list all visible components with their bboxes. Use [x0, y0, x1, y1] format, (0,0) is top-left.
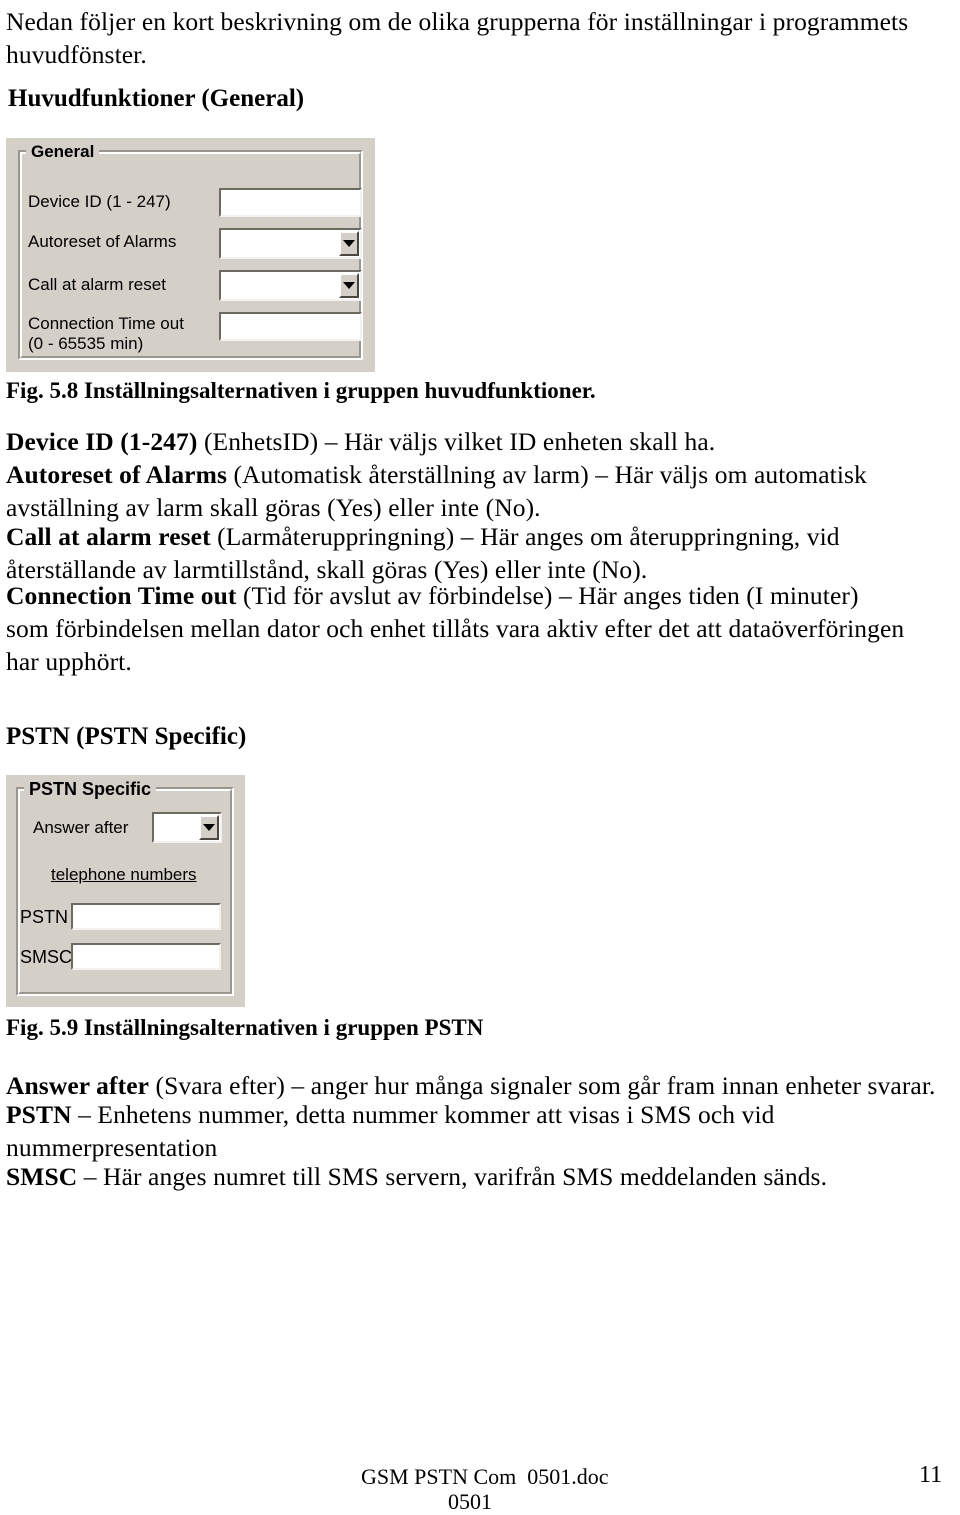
- pstn-description-smsc: SMSC – Här anges numret till SMS servern…: [6, 1160, 906, 1193]
- general-label-connection-time-out-range: (0 - 65535 min): [28, 334, 144, 353]
- term-call-at-alarm-reset: Call at alarm reset: [6, 522, 211, 551]
- general-combobox-call-at-alarm-reset[interactable]: [219, 270, 362, 301]
- general-label-connection-time-out: Connection Time out: [28, 314, 184, 333]
- section-heading-general: Huvudfunktioner (General): [8, 84, 304, 114]
- pstn-input-smsc[interactable]: [71, 943, 221, 970]
- pstn-label-answer-after: Answer after: [33, 818, 129, 837]
- general-description-autoreset: Autoreset of Alarms (Automatisk återstäl…: [6, 458, 896, 524]
- chevron-down-icon: [343, 282, 355, 289]
- general-dialog-figure: General Device ID (1 - 247) Autoreset of…: [6, 138, 375, 372]
- figure-59-caption-text: Fig. 5.9 Inställningsalternativen i grup…: [6, 1015, 484, 1040]
- section-heading-general-text: Huvudfunktioner (General): [8, 85, 305, 112]
- intro-paragraph: Nedan följer en kort beskrivning om de o…: [6, 5, 936, 71]
- term-connection-time-out: Connection Time out: [6, 581, 237, 610]
- pstn-combobox-answer-after-dropdown-button[interactable]: [199, 815, 219, 840]
- figure-58-caption-text: Fig. 5.8 Inställningsalternativen i grup…: [6, 378, 596, 403]
- desc-pstn: – Enhetens nummer, detta nummer kommer a…: [6, 1100, 775, 1162]
- term-autoreset-of-alarms: Autoreset of Alarms: [6, 460, 227, 489]
- general-description-device-id: Device ID (1-247) (EnhetsID) – Här väljs…: [6, 425, 954, 458]
- general-input-device-id[interactable]: [219, 188, 362, 217]
- pstn-label-telephone-numbers: telephone numbers: [51, 865, 197, 884]
- figure-58-caption: Fig. 5.8 Inställningsalternativen i grup…: [6, 377, 596, 405]
- term-device-id: Device ID (1-247): [6, 427, 198, 456]
- intro-paragraph-text: Nedan följer en kort beskrivning om de o…: [6, 7, 909, 69]
- general-combobox-autoreset-of-alarms[interactable]: [219, 228, 362, 259]
- general-groupbox-legend: General: [26, 142, 100, 162]
- pstn-input-pstn[interactable]: [71, 903, 221, 930]
- footer-sub-line: 0501: [448, 1489, 492, 1514]
- term-answer-after: Answer after: [6, 1071, 150, 1100]
- pstn-label-pstn: PSTN: [20, 907, 69, 927]
- chevron-down-icon: [203, 824, 215, 831]
- chevron-down-icon: [343, 240, 355, 247]
- desc-device-id: (EnhetsID) – Här väljs vilket ID enheten…: [197, 427, 716, 456]
- term-pstn: PSTN: [6, 1100, 72, 1129]
- pstn-dialog-figure: PSTN Specific Answer after telephone num…: [6, 775, 245, 1007]
- general-description-connection-time-out: Connection Time out (Tid för avslut av f…: [6, 579, 906, 678]
- desc-answer-after: (Svara efter) – anger hur många signaler…: [149, 1071, 936, 1100]
- general-label-device-id: Device ID (1 - 247): [28, 192, 171, 211]
- general-label-autoreset-of-alarms: Autoreset of Alarms: [28, 232, 177, 251]
- footer-document-name: GSM PSTN Com 0501.doc: [361, 1464, 609, 1489]
- pstn-label-smsc: SMSC: [20, 947, 73, 967]
- pstn-groupbox-legend: PSTN Specific: [24, 779, 157, 800]
- section-heading-pstn: PSTN (PSTN Specific): [6, 722, 246, 752]
- figure-59-caption: Fig. 5.9 Inställningsalternativen i grup…: [6, 1014, 483, 1042]
- section-heading-pstn-text: PSTN (PSTN Specific): [6, 723, 247, 750]
- footer-page-number: 11: [919, 1462, 943, 1488]
- general-input-connection-time-out[interactable]: [219, 312, 362, 341]
- desc-smsc: – Här anges numret till SMS servern, var…: [77, 1162, 828, 1191]
- pstn-description-pstn: PSTN – Enhetens nummer, detta nummer kom…: [6, 1098, 786, 1164]
- document-page: Nedan följer en kort beskrivning om de o…: [0, 0, 960, 1514]
- pstn-combobox-answer-after[interactable]: [152, 812, 222, 843]
- general-combobox-autoreset-dropdown-button[interactable]: [339, 231, 359, 256]
- term-smsc: SMSC: [6, 1162, 78, 1191]
- general-label-call-at-alarm-reset: Call at alarm reset: [28, 275, 166, 294]
- general-combobox-call-at-alarm-reset-dropdown-button[interactable]: [339, 273, 359, 298]
- general-description-call-at-alarm-reset: Call at alarm reset (Larmåteruppringning…: [6, 520, 958, 586]
